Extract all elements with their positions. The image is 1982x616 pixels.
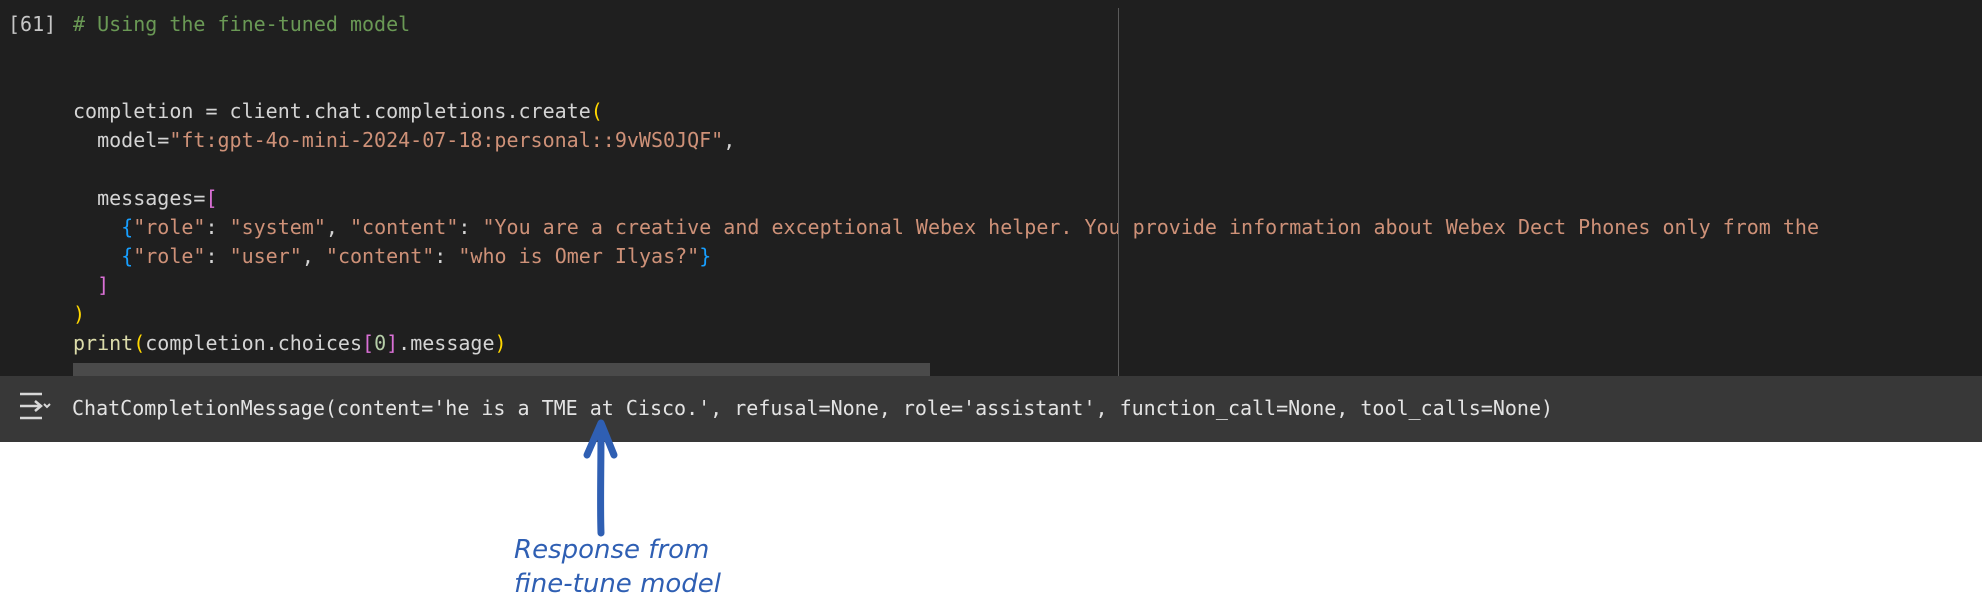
code-token: , [723,128,736,152]
code-editor[interactable]: # Using the fine-tuned model completion … [73,10,1819,358]
code-line: ] [73,271,1819,300]
code-token: , [301,244,326,268]
code-line: model="ft:gpt-4o-mini-2024-07-18:persona… [73,126,1819,155]
code-token: : [434,244,459,268]
annotation-label: Response from fine-tune model [514,533,774,601]
code-token: "content" [325,244,435,268]
code-line: {"role": "user", "content": "who is Omer… [73,242,1819,271]
code-token: : [205,215,230,239]
code-line: # Using the fine-tuned model [73,10,1819,39]
code-token: model= [73,128,170,152]
output-text: ChatCompletionMessage(content='he is a T… [72,396,1554,420]
code-token: "user" [229,244,302,268]
arrow-up-icon [583,419,618,537]
code-line: print(completion.choices[0].message) [73,329,1819,358]
code-token: "content" [349,215,459,239]
code-cell[interactable]: [61] # Using the fine-tuned model comple… [0,0,1982,376]
code-token: { [121,215,134,239]
output-area: ChatCompletionMessage(content='he is a T… [0,376,1982,442]
annotation-line-2: fine-tune model [514,569,722,599]
code-line: completion = client.chat.completions.cre… [73,97,1819,126]
code-token: : [205,244,230,268]
code-token: "system" [229,215,326,239]
code-token: "You are a creative and exceptional Webe… [482,215,1820,239]
code-token: , [325,215,350,239]
annotation-line-1: Response from [514,535,710,565]
code-token: "ft:gpt-4o-mini-2024-07-18:personal::9vW… [169,128,724,152]
code-token: ] [97,273,110,297]
code-token: ( [133,331,146,355]
code-token: { [121,244,134,268]
column-ruler [1118,8,1119,376]
code-token: .message [398,331,495,355]
output-toggle-icon[interactable] [16,388,52,424]
code-token: # Using the fine-tuned model [73,12,411,36]
code-token: "role" [133,244,206,268]
code-token: "role" [133,215,206,239]
code-token: messages= [73,186,206,210]
code-line: messages=[ [73,184,1819,213]
code-token: 0 [374,331,387,355]
code-token: ) [73,302,86,326]
code-token: } [699,244,712,268]
code-line: {"role": "system", "content": "You are a… [73,213,1819,242]
code-token: completion = client.chat.completions.cre… [73,99,591,123]
code-line: ) [73,300,1819,329]
code-token: completion.choices [145,331,363,355]
code-token: [ [205,186,218,210]
execution-count: [61] [8,12,57,36]
code-token: : [458,215,483,239]
code-token: "who is Omer Ilyas?" [458,244,700,268]
horizontal-scrollbar[interactable] [73,363,930,376]
code-token: ] [386,331,399,355]
code-token: [ [362,331,375,355]
code-token: print [73,331,134,355]
code-token: ( [590,99,603,123]
code-token: ) [494,331,507,355]
